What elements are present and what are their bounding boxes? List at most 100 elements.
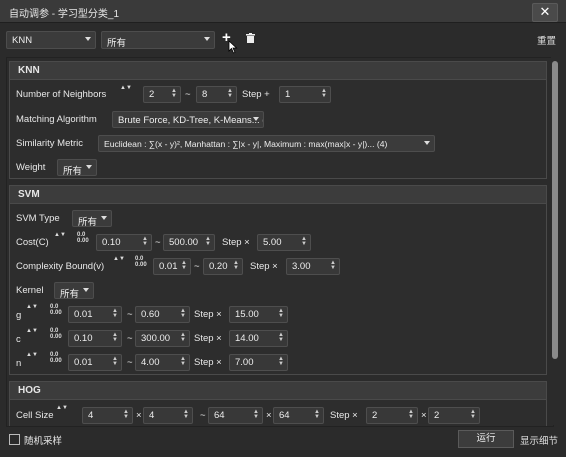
cell-to-h-input[interactable]: 64 ▲ ▼: [273, 407, 324, 424]
c-to-value: 300.00: [141, 333, 171, 344]
sort-toggle-icon[interactable]: ▲▼: [26, 328, 38, 334]
neighbors-from-value: 2: [149, 89, 155, 100]
complexity-label: Complexity Bound(v): [16, 261, 105, 272]
cost-from-input[interactable]: 0.10 ▲ ▼: [96, 234, 152, 251]
spin-arrows-icon[interactable]: ▲ ▼: [301, 236, 307, 247]
g-step-input[interactable]: 15.00 ▲ ▼: [229, 306, 288, 323]
g-from-input[interactable]: 0.01 ▲ ▼: [68, 306, 122, 323]
step-label: Step ×: [250, 261, 278, 272]
weight-select[interactable]: 所有: [57, 159, 97, 176]
complexity-to-input[interactable]: 0.20 ▲ ▼: [203, 258, 243, 275]
cell-to-h-value: 64: [279, 410, 290, 421]
range-tilde: ~: [200, 410, 206, 421]
precision-icon[interactable]: 0.0 0.00: [50, 352, 62, 364]
spin-arrows-icon[interactable]: ▲ ▼: [321, 88, 327, 99]
sort-toggle-icon[interactable]: ▲▼: [56, 405, 68, 411]
close-button[interactable]: ✕: [532, 3, 558, 22]
complexity-step-input[interactable]: 3.00 ▲ ▼: [286, 258, 340, 275]
filter-select[interactable]: 所有: [101, 31, 215, 49]
algorithm-select-value: KNN: [12, 35, 33, 46]
similarity-select[interactable]: Euclidean : ∑(x - y)², Manhattan : ∑|x -…: [98, 135, 435, 152]
c-from-input[interactable]: 0.10 ▲ ▼: [68, 330, 122, 347]
matching-select[interactable]: Brute Force, KD-Tree, K-Means... (4): [112, 111, 264, 128]
spin-arrows-icon[interactable]: ▲ ▼: [205, 236, 211, 247]
spin-arrows-icon[interactable]: ▲ ▼: [183, 409, 189, 420]
precision-icon[interactable]: 0.0 0.00: [50, 328, 62, 340]
spin-arrows-icon[interactable]: ▲ ▼: [123, 409, 129, 420]
knn-section: KNN Number of Neighbors ▲▼ 2 ▲ ▼ ~ 8 ▲ ▼ Ste…: [9, 61, 547, 179]
neighbors-step-input[interactable]: 1 ▲ ▼: [279, 86, 331, 103]
range-tilde: ~: [127, 357, 133, 368]
spin-arrows-icon[interactable]: ▲ ▼: [253, 409, 259, 420]
precision-icon[interactable]: 0.0 0.00: [50, 304, 62, 316]
cell-step-h-value: 2: [434, 410, 440, 421]
spin-arrows-icon[interactable]: ▲ ▼: [330, 260, 336, 271]
scrollbar-thumb[interactable]: [552, 61, 558, 359]
spin-arrows-icon[interactable]: ▲ ▼: [180, 332, 186, 343]
trash-icon[interactable]: [246, 33, 255, 43]
g-to-input[interactable]: 0.60 ▲ ▼: [135, 306, 190, 323]
cost-to-input[interactable]: 500.00 ▲ ▼: [163, 234, 215, 251]
vertical-scrollbar[interactable]: [551, 57, 559, 425]
precision-bottom: 0.00: [50, 310, 62, 316]
cell-from-h-input[interactable]: 4 ▲ ▼: [143, 407, 193, 424]
neighbors-to-input[interactable]: 8 ▲ ▼: [196, 86, 237, 103]
sort-toggle-icon[interactable]: ▲▼: [120, 85, 132, 91]
reset-button[interactable]: 重置: [537, 33, 556, 47]
spin-arrows-icon[interactable]: ▲ ▼: [112, 332, 118, 343]
svm-type-select[interactable]: 所有: [72, 210, 112, 227]
cell-step-w-input[interactable]: 2 ▲ ▼: [366, 407, 418, 424]
algorithm-select[interactable]: KNN: [6, 31, 96, 49]
run-button[interactable]: 运行: [458, 430, 514, 448]
cell-to-w-input[interactable]: 64 ▲ ▼: [208, 407, 263, 424]
spin-arrows-icon[interactable]: ▲ ▼: [112, 356, 118, 367]
neighbors-label: Number of Neighbors: [16, 89, 107, 100]
spin-arrows-icon[interactable]: ▲ ▼: [233, 260, 239, 271]
chevron-down-icon: [85, 37, 91, 41]
c-step-input[interactable]: 14.00 ▲ ▼: [229, 330, 288, 347]
spin-arrows-icon[interactable]: ▲ ▼: [278, 332, 284, 343]
spin-arrows-icon[interactable]: ▲ ▼: [180, 308, 186, 319]
cell-from-w-input[interactable]: 4 ▲ ▼: [82, 407, 133, 424]
spin-arrows-icon[interactable]: ▲ ▼: [142, 236, 148, 247]
spin-arrows-icon[interactable]: ▲ ▼: [112, 308, 118, 319]
random-sampling-checkbox[interactable]: [9, 434, 20, 445]
precision-icon[interactable]: 0.0 0.00: [77, 232, 89, 244]
spin-arrows-icon[interactable]: ▲ ▼: [180, 356, 186, 367]
sort-toggle-icon[interactable]: ▲▼: [54, 232, 66, 238]
neighbors-from-input[interactable]: 2 ▲ ▼: [143, 86, 181, 103]
c-to-input[interactable]: 300.00 ▲ ▼: [135, 330, 190, 347]
precision-icon[interactable]: 0.0 0.00: [135, 256, 147, 268]
cell-step-h-input[interactable]: 2 ▲ ▼: [428, 407, 480, 424]
filter-select-value: 所有: [107, 38, 127, 49]
weight-label: Weight: [16, 162, 46, 173]
spin-arrows-icon[interactable]: ▲ ▼: [408, 409, 414, 420]
step-label: Step ×: [194, 333, 222, 344]
complexity-from-input[interactable]: 0.01 ▲ ▼: [153, 258, 191, 275]
n-from-input[interactable]: 0.01 ▲ ▼: [68, 354, 122, 371]
spin-arrows-icon[interactable]: ▲ ▼: [171, 88, 177, 99]
cost-step-input[interactable]: 5.00 ▲ ▼: [257, 234, 311, 251]
show-details-button[interactable]: 显示细节: [520, 433, 558, 447]
spin-arrows-icon[interactable]: ▲ ▼: [314, 409, 320, 420]
n-step-input[interactable]: 7.00 ▲ ▼: [229, 354, 288, 371]
sort-toggle-icon[interactable]: ▲▼: [113, 256, 125, 262]
weight-select-value: 所有: [63, 166, 83, 176]
cost-from-value: 0.10: [102, 237, 121, 248]
range-tilde: ~: [127, 333, 133, 344]
n-to-input[interactable]: 4.00 ▲ ▼: [135, 354, 190, 371]
window-title: 自动调参 - 学习型分类_1: [9, 9, 120, 20]
sort-toggle-icon[interactable]: ▲▼: [26, 304, 38, 310]
n-label: n: [16, 358, 22, 369]
spin-arrows-icon[interactable]: ▲ ▼: [181, 260, 187, 271]
kernel-select[interactable]: 所有: [54, 282, 94, 299]
spin-arrows-icon[interactable]: ▲ ▼: [470, 409, 476, 420]
parameter-panel[interactable]: KNN Number of Neighbors ▲▼ 2 ▲ ▼ ~ 8 ▲ ▼ Ste…: [6, 57, 554, 427]
spin-arrows-icon[interactable]: ▲ ▼: [278, 356, 284, 367]
cell-to-w-value: 64: [214, 410, 225, 421]
sort-toggle-icon[interactable]: ▲▼: [26, 352, 38, 358]
spin-arrows-icon[interactable]: ▲ ▼: [227, 88, 233, 99]
knn-header: KNN: [10, 62, 546, 80]
chevron-down-icon: [253, 117, 259, 121]
spin-arrows-icon[interactable]: ▲ ▼: [278, 308, 284, 319]
